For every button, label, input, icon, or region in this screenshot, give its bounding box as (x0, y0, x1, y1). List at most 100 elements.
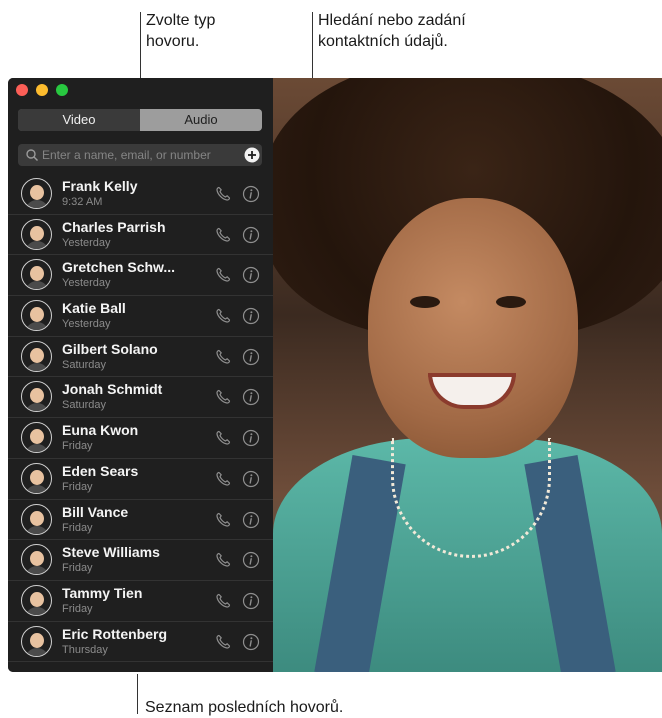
callout-line-recent-list (137, 674, 138, 714)
minimize-button[interactable] (36, 84, 48, 96)
call-row[interactable]: Katie Ball Yesterday (8, 296, 273, 337)
avatar-shoulders (25, 322, 49, 331)
call-type-segmented-control: Video Audio (18, 109, 262, 131)
phone-icon[interactable] (214, 388, 232, 406)
avatar-head (30, 347, 44, 363)
call-row[interactable]: Euna Kwon Friday (8, 418, 273, 459)
phone-icon[interactable] (214, 429, 232, 447)
call-contact-name: Frank Kelly (62, 178, 138, 194)
call-row[interactable]: Steve Williams Friday (8, 540, 273, 581)
phone-icon[interactable] (214, 226, 232, 244)
avatar-head (30, 591, 44, 607)
maximize-button[interactable] (56, 84, 68, 96)
avatar-head (30, 429, 44, 445)
call-row[interactable]: Gilbert Solano Saturday (8, 337, 273, 378)
call-contact-name: Jonah Schmidt (62, 381, 163, 398)
phone-icon[interactable] (214, 633, 232, 651)
info-icon[interactable] (242, 348, 260, 366)
call-contact-name: Tammy Tien (62, 584, 143, 601)
recent-calls-list: Frank Kelly 9:32 AM Charles Parrish Yesterd… (8, 174, 273, 663)
tab-video[interactable]: Video (18, 109, 140, 131)
avatar (21, 300, 52, 332)
call-row[interactable]: Frank Kelly 9:32 AM (8, 174, 273, 215)
call-row[interactable]: Charles Parrish Yesterday (8, 215, 273, 256)
info-icon[interactable] (242, 511, 260, 529)
info-icon[interactable] (242, 633, 260, 651)
phone-icon[interactable] (214, 185, 232, 203)
avatar (21, 381, 52, 413)
phone-icon[interactable] (214, 266, 232, 284)
avatar-shoulders (25, 606, 49, 615)
phone-icon[interactable] (214, 511, 232, 529)
avatar-shoulders (25, 566, 49, 575)
call-contact-name: Gretchen Schw... (62, 259, 176, 276)
phone-icon[interactable] (214, 592, 232, 610)
call-row[interactable]: Tammy Tien Friday (8, 581, 273, 622)
search-input[interactable] (42, 144, 232, 166)
avatar (21, 218, 52, 250)
info-icon[interactable] (242, 185, 260, 203)
call-row[interactable]: Eden Sears Friday (8, 459, 273, 500)
call-contact-name: Euna Kwon (62, 422, 139, 439)
avatar-shoulders (25, 525, 49, 534)
call-row[interactable]: Gretchen Schw... Yesterday (8, 255, 273, 297)
info-icon[interactable] (242, 307, 260, 325)
preview-face (368, 198, 578, 458)
preview-eye-left (410, 296, 440, 308)
info-icon[interactable] (242, 592, 260, 610)
avatar (21, 178, 52, 209)
call-contact-name: Gilbert Solano (62, 340, 158, 357)
call-contact-name: Eden Sears (62, 462, 139, 479)
info-icon[interactable] (242, 470, 260, 488)
avatar-head (30, 551, 44, 567)
avatar-shoulders (25, 444, 49, 453)
call-time: Saturday (62, 399, 107, 412)
avatar (21, 584, 52, 616)
avatar (21, 462, 52, 494)
call-row[interactable]: Bill Vance Friday (8, 500, 273, 541)
search-field (18, 144, 262, 166)
avatar (21, 503, 52, 535)
call-time: Yesterday (62, 236, 111, 249)
call-time: Friday (62, 602, 93, 615)
info-icon[interactable] (242, 429, 260, 447)
preview-smile (428, 373, 516, 409)
call-contact-name: Charles Parrish (62, 218, 166, 235)
close-button[interactable] (16, 84, 28, 96)
call-time: Saturday (62, 358, 107, 371)
preview-eye-right (496, 296, 526, 308)
avatar-head (30, 307, 44, 323)
callout-recent-list: Seznam posledních hovorů. (145, 699, 344, 716)
sidebar: Video Audio Frank Kelly 9:32 AM Charles Pa… (8, 78, 273, 672)
info-icon[interactable] (242, 266, 260, 284)
call-contact-name: Katie Ball (62, 300, 126, 317)
callout-call-type: Zvolte typ hovoru. (146, 12, 216, 50)
call-contact-name: Eric Rottenberg (62, 625, 168, 642)
avatar-head (30, 225, 44, 241)
call-time: Yesterday (62, 318, 111, 331)
avatar-shoulders (25, 362, 49, 371)
avatar (21, 422, 52, 454)
call-contact-name: Steve Williams (62, 544, 160, 561)
info-icon[interactable] (242, 551, 260, 569)
tab-audio[interactable]: Audio (140, 109, 262, 131)
call-row[interactable]: Eric Rottenberg Thursday (8, 622, 273, 663)
phone-icon[interactable] (214, 348, 232, 366)
call-time: Friday (62, 440, 93, 453)
facetime-window: Video Audio Frank Kelly 9:32 AM Charles Pa… (8, 78, 662, 672)
call-time: 9:32 AM (62, 196, 103, 208)
phone-icon[interactable] (214, 470, 232, 488)
video-preview (273, 78, 662, 672)
info-icon[interactable] (242, 226, 260, 244)
avatar (21, 544, 52, 576)
call-row[interactable]: Jonah Schmidt Saturday (8, 377, 273, 419)
info-icon[interactable] (242, 388, 260, 406)
plus-circle-icon[interactable] (244, 147, 260, 163)
call-time: Friday (62, 480, 93, 493)
avatar-head (30, 266, 44, 282)
window-controls (16, 84, 68, 96)
avatar-head (30, 510, 44, 526)
phone-icon[interactable] (214, 307, 232, 325)
avatar-head (30, 469, 44, 485)
phone-icon[interactable] (214, 551, 232, 569)
